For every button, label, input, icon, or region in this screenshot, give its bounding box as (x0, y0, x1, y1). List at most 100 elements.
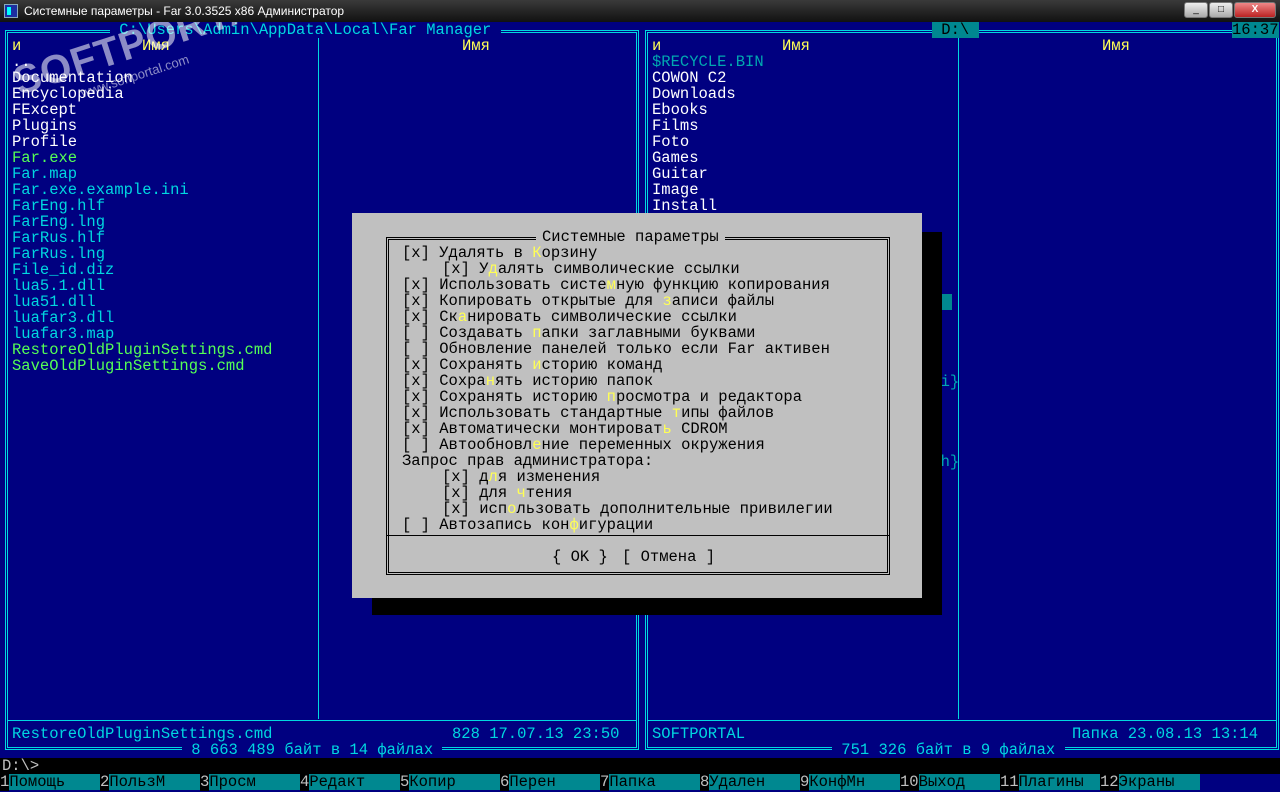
dialog-option[interactable]: [x] Сохранять историю просмотра и редакт… (402, 389, 802, 405)
fkey-9[interactable]: 9КонфМн (800, 773, 900, 791)
fkey-label: Удален (709, 774, 800, 790)
far-console: C:\Users\Admin\AppData\Local\Far Manager… (0, 22, 1280, 792)
dialog-option[interactable]: [ ] Автообновление переменных окружения (402, 437, 765, 453)
dialog-option[interactable]: [x] Копировать открытые для записи файлы (402, 293, 774, 309)
file-list-item[interactable]: $RECYCLE.BIN (652, 54, 764, 70)
admin-rights-label: Запрос прав администратора: (402, 452, 654, 470)
file-list-item[interactable]: luafar3.map (12, 326, 114, 342)
file-list-item[interactable]: Games (652, 150, 699, 166)
fkey-11[interactable]: 11Плагины (1000, 773, 1100, 791)
file-list-item[interactable]: lua51.dll (12, 294, 96, 310)
right-panel-path[interactable]: D:\ (932, 22, 979, 38)
hotkey-letter: ф (569, 516, 579, 534)
fkey-label: Перен (509, 774, 600, 790)
dialog-option[interactable]: [x] Удалять в Корзину (402, 245, 597, 261)
file-list-item[interactable]: Install (652, 198, 717, 214)
fkey-number: 12 (1100, 773, 1119, 791)
file-list-item[interactable]: Downloads (652, 86, 736, 102)
fkey-label: Редакт (309, 774, 400, 790)
left-col-header-name-2: Имя (462, 37, 490, 55)
file-list-item[interactable]: FarEng.lng (12, 214, 105, 230)
dialog-option[interactable]: [x] Сохранять историю папок (402, 373, 653, 389)
fkey-8[interactable]: 8Удален (700, 773, 800, 791)
fkey-number: 5 (400, 773, 410, 791)
file-list-item[interactable]: FarRus.lng (12, 246, 105, 262)
dialog-option[interactable]: [x] Использовать системную функцию копир… (402, 277, 830, 293)
file-list-item[interactable]: Plugins (12, 118, 77, 134)
dialog-title: Системные параметры (536, 229, 725, 245)
minimize-button[interactable]: _ (1184, 2, 1208, 18)
dialog-option[interactable]: [x] Автоматически монтировать CDROM (402, 421, 728, 437)
file-list-item[interactable]: FarRus.hlf (12, 230, 105, 246)
fkey-4[interactable]: 4Редакт (300, 773, 400, 791)
file-list-item[interactable]: COWON C2 (652, 70, 726, 86)
maximize-button[interactable]: □ (1209, 2, 1233, 18)
fkey-3[interactable]: 3Просм (200, 773, 300, 791)
file-list-item[interactable]: Far.exe.example.ini (12, 182, 189, 198)
file-list-item[interactable]: RestoreOldPluginSettings.cmd (12, 342, 272, 358)
file-list-item[interactable]: File_id.diz (12, 262, 114, 278)
file-list-item[interactable]: lua5.1.dll (12, 278, 105, 294)
status-divider (648, 720, 1276, 721)
left-col-header-mark: и (12, 37, 22, 55)
file-list-item[interactable]: Far.exe (12, 150, 77, 166)
fkey-number: 7 (600, 773, 610, 791)
fkey-10[interactable]: 10Выход (900, 773, 1000, 791)
window-titlebar[interactable]: Системные параметры - Far 3.0.3525 x86 А… (0, 0, 1280, 22)
file-list-item[interactable]: Foto (652, 134, 689, 150)
autosave-option[interactable]: [ ] Автозапись конфигурации (402, 517, 653, 533)
fkey-5[interactable]: 5Копир (400, 773, 500, 791)
ok-button[interactable]: { OK } (552, 549, 608, 565)
checkbox[interactable]: [ ] (402, 516, 439, 534)
fkey-7[interactable]: 7Папка (600, 773, 700, 791)
file-list-item[interactable]: Far.map (12, 166, 77, 182)
option-label: Автозапись кон (439, 516, 570, 534)
close-button[interactable]: X (1234, 2, 1276, 18)
fkey-label: Выход (918, 774, 1000, 790)
admin-option[interactable]: [x] использовать дополнительные привилег… (442, 501, 833, 517)
left-status-info: 828 17.07.13 23:50 (452, 725, 620, 743)
status-divider (8, 720, 636, 721)
dialog-option[interactable]: [ ] Создавать папки заглавными буквами (402, 325, 755, 341)
cancel-button[interactable]: [ Отмена ] (622, 549, 715, 565)
checkbox[interactable]: [x] (402, 244, 439, 262)
window-title: Системные параметры - Far 3.0.3525 x86 А… (24, 4, 345, 18)
file-list-item[interactable]: SaveOldPluginSettings.cmd (12, 358, 245, 374)
right-col-header-name-2: Имя (1102, 37, 1130, 55)
dialog-option[interactable]: [ ] Обновление панелей только если Far а… (402, 341, 830, 357)
fkey-number: 10 (900, 773, 919, 791)
admin-option[interactable]: [x] для чтения (442, 485, 572, 501)
fkey-6[interactable]: 6Перен (500, 773, 600, 791)
fkey-number: 4 (300, 773, 310, 791)
fkey-label: ПользМ (109, 774, 200, 790)
file-list-item[interactable]: Image (652, 182, 699, 198)
fkey-number: 3 (200, 773, 210, 791)
fkey-2[interactable]: 2ПользМ (100, 773, 200, 791)
fkey-label: Копир (409, 774, 500, 790)
fkey-label: Просм (209, 774, 300, 790)
dialog-option[interactable]: [x] Сохранять историю команд (402, 357, 662, 373)
dialog-option[interactable]: [x] Удалять символические ссылки (442, 261, 740, 277)
file-list-item[interactable]: luafar3.dll (12, 310, 114, 326)
file-list-item[interactable]: Profile (12, 134, 77, 150)
file-list-item[interactable]: FarEng.hlf (12, 198, 105, 214)
file-list-item[interactable]: Films (652, 118, 699, 134)
file-list-item[interactable]: Guitar (652, 166, 708, 182)
fkey-label: КонфМн (809, 774, 900, 790)
command-line[interactable]: D:\> (0, 758, 1280, 774)
fkey-label: Плагины (1018, 774, 1100, 790)
fkey-number: 8 (700, 773, 710, 791)
fkey-1[interactable]: 1Помощь (0, 773, 100, 791)
fkey-number: 9 (800, 773, 810, 791)
column-divider (318, 33, 319, 719)
fkey-number: 2 (100, 773, 110, 791)
admin-option[interactable]: [x] для изменения (442, 469, 600, 485)
left-panel-summary: 8 663 489 байт в 14 файлах (182, 741, 443, 759)
clock: 16:37 (1232, 22, 1279, 39)
dialog-option[interactable]: [x] Использовать стандартные типы файлов (402, 405, 774, 421)
dialog-option[interactable]: [x] Сканировать символические ссылки (402, 309, 737, 325)
system-settings-dialog[interactable]: Системные параметры [x] Удалять в Корзин… (352, 213, 922, 598)
file-list-item[interactable]: Ebooks (652, 102, 708, 118)
dialog-separator (386, 535, 890, 536)
fkey-12[interactable]: 12Экраны (1100, 773, 1200, 791)
